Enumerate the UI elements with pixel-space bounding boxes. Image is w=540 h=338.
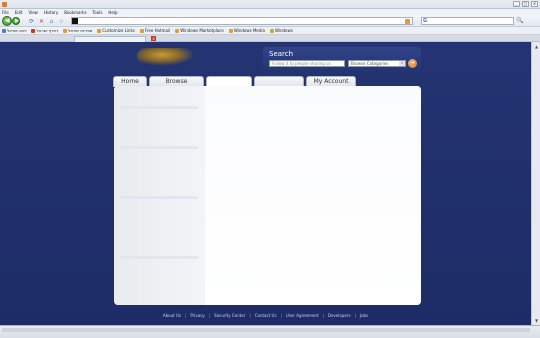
back-button[interactable]: ◀	[2, 16, 12, 26]
menu-help[interactable]: Help	[108, 10, 117, 15]
search-input[interactable]: Follow it to people sharing us	[269, 60, 345, 67]
menu-bookmarks[interactable]: Bookmarks	[64, 10, 86, 15]
main-content-panel	[114, 86, 421, 305]
address-bar[interactable]	[71, 17, 413, 25]
bookmark-item[interactable]: Free Hotmail	[139, 28, 171, 33]
bookmarks-toolbar: יהוא ישראל דפדף ישראל ספריות ישראל Custo…	[0, 27, 540, 35]
bookmark-star-icon[interactable]: ☆	[58, 18, 65, 25]
menu-tools[interactable]: Tools	[93, 10, 103, 15]
footer-separator: |	[184, 312, 187, 318]
forward-arrow-icon: ▶	[15, 18, 19, 24]
google-icon: G	[423, 18, 428, 24]
bookmark-label: Free Hotmail	[144, 28, 171, 33]
bookmark-icon	[2, 28, 6, 33]
footer-separator: |	[280, 312, 282, 318]
web-search-box[interactable]: G	[421, 17, 514, 25]
vertical-scrollbar[interactable]: ▲ ▼	[531, 42, 540, 325]
forward-button[interactable]: ▶	[12, 17, 20, 25]
footer-links: About Us | Privacy | Security Center | C…	[0, 311, 531, 319]
home-icon[interactable]: ⌂	[48, 18, 55, 25]
scroll-up-icon[interactable]: ▲	[533, 43, 540, 50]
bookmark-label: Windows	[274, 28, 293, 33]
bookmark-item[interactable]: Customize Links	[97, 28, 135, 33]
folder-icon	[63, 28, 68, 33]
footer-link-contact[interactable]: Contact Us	[255, 313, 277, 318]
bookmark-item[interactable]: Windows Marketplace	[175, 28, 224, 33]
menu-file[interactable]: File	[2, 10, 9, 15]
menu-history[interactable]: History	[44, 10, 58, 15]
minimize-button[interactable]: _	[513, 1, 520, 7]
chevron-down-icon: ▾	[399, 61, 405, 66]
bookmark-item[interactable]: דפדף ישראל	[31, 28, 58, 33]
stop-icon[interactable]: ✕	[38, 18, 45, 25]
category-select[interactable]: Browse Categories ▾	[348, 60, 406, 67]
browser-tab-strip: x	[0, 35, 540, 42]
rss-feed-icon[interactable]	[405, 19, 410, 24]
browser-navigation-bar: ◀ ▶ ⟳ ✕ ⌂ ☆ G 🔍	[0, 15, 540, 27]
browser-title-bar: _ □ ✕	[0, 0, 540, 9]
bookmark-label: Customize Links	[102, 28, 135, 33]
reload-icon[interactable]: ⟳	[28, 18, 35, 25]
close-window-button[interactable]: ✕	[531, 1, 538, 7]
footer-separator: |	[322, 312, 324, 318]
scroll-down-icon[interactable]: ▼	[533, 317, 540, 324]
sidebar-placeholder	[120, 146, 198, 149]
folder-icon	[97, 28, 102, 33]
footer-link-security[interactable]: Security Center	[214, 313, 245, 318]
footer-link-privacy[interactable]: Privacy	[190, 313, 204, 318]
sidebar-placeholder	[120, 196, 198, 199]
footer-link-about[interactable]: About Us	[163, 313, 181, 318]
footer-separator: |	[354, 312, 356, 318]
search-go-button[interactable]: ➜	[408, 59, 417, 68]
maximize-button[interactable]: □	[522, 1, 529, 7]
window-controls: _ □ ✕	[513, 1, 538, 7]
footer-separator: |	[249, 312, 251, 318]
bookmark-item[interactable]: Windows	[269, 28, 293, 33]
bookmark-item[interactable]: Windows Media	[228, 28, 265, 33]
back-arrow-icon: ◀	[5, 17, 10, 24]
category-select-value: Browse Categories	[351, 61, 389, 66]
bookmark-icon	[31, 28, 36, 33]
browser-status-bar	[0, 325, 540, 338]
menu-edit[interactable]: Edit	[15, 10, 23, 15]
browser-favicon-icon	[2, 2, 7, 7]
bookmark-label: Windows Marketplace	[180, 28, 224, 33]
footer-link-user-agreement[interactable]: User Agreement	[286, 313, 319, 318]
bookmark-label: דפדף ישראל	[36, 28, 59, 33]
folder-icon	[269, 28, 274, 33]
search-heading: Search	[269, 50, 294, 58]
footer-link-developers[interactable]: Developers	[328, 313, 351, 318]
folder-icon	[139, 28, 144, 33]
bookmark-label: יהוא ישראל	[7, 28, 27, 33]
footer-separator: |	[208, 312, 211, 318]
sidebar-placeholder	[120, 256, 198, 259]
search-icon[interactable]: 🔍	[516, 17, 524, 25]
footer-link-jobs[interactable]: Jobs	[360, 313, 368, 318]
bookmark-item[interactable]: ספריות ישראל	[63, 28, 92, 33]
sidebar	[114, 86, 205, 305]
close-tab-icon[interactable]: x	[151, 36, 156, 41]
site-logo[interactable]	[137, 48, 193, 65]
site-identity-icon	[72, 18, 78, 24]
folder-icon	[228, 28, 233, 33]
site-search-panel: Search Follow it to people sharing us Br…	[263, 47, 421, 74]
sidebar-placeholder	[120, 106, 198, 109]
folder-icon	[175, 28, 180, 33]
main-column	[205, 86, 421, 305]
bookmark-item[interactable]: יהוא ישראל	[2, 28, 26, 33]
bookmark-label: ספריות ישראל	[68, 28, 93, 33]
menu-view[interactable]: View	[28, 10, 38, 15]
horizontal-scrollbar[interactable]	[2, 328, 530, 332]
bookmark-label: Windows Media	[233, 28, 265, 33]
